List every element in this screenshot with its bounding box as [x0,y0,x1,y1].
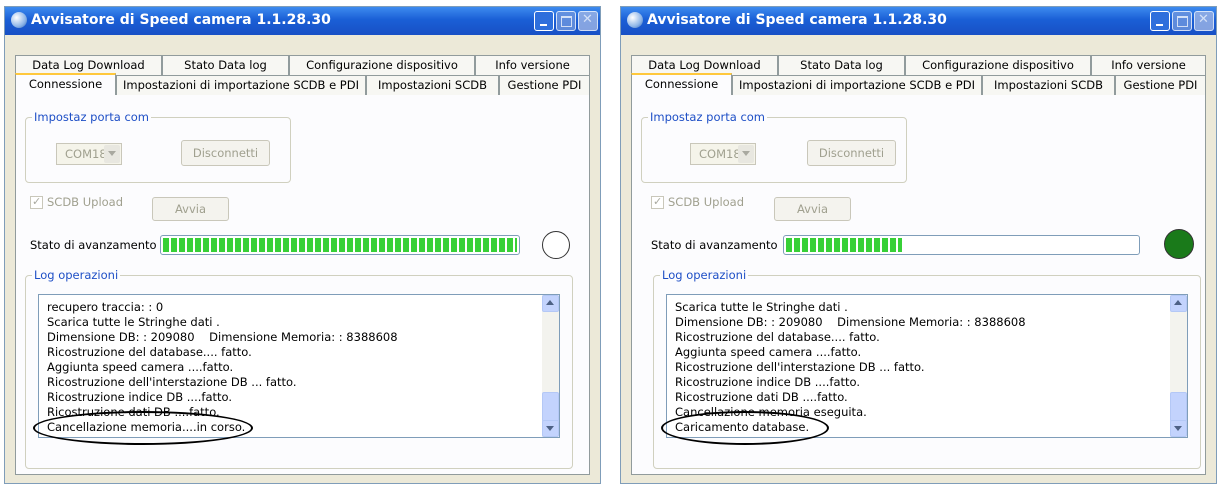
window-title: Avvisatore di Speed camera 1.1.28.30 [647,12,947,28]
com-port-select[interactable]: COM18 [56,143,122,165]
log-line: Aggiunta speed camera ....fatto. [47,360,234,374]
log-line: Dimensione DB: : 209080 Dimensione Memor… [47,330,398,344]
tab-data-log-download[interactable]: Data Log Download [15,55,162,75]
log-line: Ricostruzione del database.... fatto. [47,345,252,359]
tab-stato-data-log[interactable]: Stato Data log [162,55,289,75]
log-line: Ricostruzione indice DB ....fatto. [47,390,233,404]
log-scrollbar[interactable] [1170,295,1187,437]
log-textarea[interactable]: Scarica tutte le Stringhe dati . Dimensio… [666,294,1188,438]
app-window-left: Avvisatore di Speed camera 1.1.28.30 Dat… [4,6,601,484]
app-icon [627,12,643,28]
com-port-group: Impostaz porta com COM18 Disconnetti [25,110,291,183]
log-line: Cancellazione memoria eseguita. [675,405,867,419]
start-button[interactable]: Avvia [774,197,851,221]
progress-bar [160,235,520,255]
scroll-up-icon[interactable] [1170,295,1187,312]
app-window-right: Avvisatore di Speed camera 1.1.28.30 Dat… [620,6,1217,484]
log-line: Dimensione DB: : 209080 Dimensione Memor… [675,315,1026,329]
log-line: Ricostruzione dati DB ....fatto. [675,390,848,404]
tab-gestione-pdi[interactable]: Gestione PDI [1115,75,1206,95]
log-line: Caricamento database. [675,420,810,434]
scroll-thumb[interactable] [542,392,559,422]
log-line: Ricostruzione del database.... fatto. [675,330,880,344]
log-line: Ricostruzione dati DB ....fatto. [47,405,220,419]
close-button[interactable] [578,11,598,31]
log-group: Log operazioni recupero traccia: : 0 Scar… [25,268,573,469]
tab-configurazione-dispositivo[interactable]: Configurazione dispositivo [289,55,475,75]
scdb-upload-checkbox[interactable] [30,195,43,209]
log-group: Log operazioni Scarica tutte le Stringhe… [653,268,1201,469]
com-port-value: COM18 [699,147,741,161]
log-line: Ricostruzione dell'interstazione DB ... … [47,375,297,389]
scroll-thumb[interactable] [1170,392,1187,422]
maximize-button[interactable] [556,11,576,31]
tab-connessione[interactable]: Connessione [15,73,116,95]
chevron-down-icon[interactable] [738,145,754,163]
tab-data-log-download[interactable]: Data Log Download [631,55,778,75]
scdb-upload-checkbox[interactable] [651,195,664,209]
app-icon [11,12,27,28]
scdb-upload-label: SCDB Upload [47,195,124,209]
maximize-button[interactable] [1172,11,1192,31]
log-line: recupero traccia: : 0 [47,300,164,314]
scdb-upload-label: SCDB Upload [668,195,745,209]
log-group-label: Log operazioni [660,268,749,282]
log-line: Ricostruzione indice DB ....fatto. [675,375,861,389]
tab-info-versione[interactable]: Info versione [475,55,590,75]
progress-fill [786,238,902,252]
log-line: Aggiunta speed camera ....fatto. [675,345,862,359]
com-group-label: Impostaz porta com [648,110,768,124]
title-bar[interactable]: Avvisatore di Speed camera 1.1.28.30 [5,7,600,35]
tab-gestione-pdi[interactable]: Gestione PDI [499,75,590,95]
tab-configurazione-dispositivo[interactable]: Configurazione dispositivo [905,55,1091,75]
log-line: Scarica tutte le Stringhe dati . [47,315,220,329]
window-title: Avvisatore di Speed camera 1.1.28.30 [31,12,331,28]
progress-bar [783,235,1140,255]
log-scrollbar[interactable] [542,295,559,437]
status-led [1164,229,1194,259]
progress-fill [163,238,517,252]
minimize-button[interactable] [1150,11,1170,31]
scroll-up-icon[interactable] [542,295,559,312]
status-led [542,231,570,259]
tab-impostazioni-scdb[interactable]: Impostazioni SCDB [982,75,1115,95]
title-bar[interactable]: Avvisatore di Speed camera 1.1.28.30 [621,7,1216,35]
close-button[interactable] [1194,11,1214,31]
com-port-value: COM18 [65,147,107,161]
tab-impostazioni-importazione[interactable]: Impostazioni di importazione SCDB e PDI [732,75,982,95]
scroll-down-icon[interactable] [542,420,559,437]
log-line: Scarica tutte le Stringhe dati . [675,300,848,314]
chevron-down-icon[interactable] [104,145,120,163]
tab-info-versione[interactable]: Info versione [1091,55,1206,75]
scroll-down-icon[interactable] [1170,420,1187,437]
tab-impostazioni-scdb[interactable]: Impostazioni SCDB [366,75,499,95]
progress-label: Stato di avanzamento [651,238,778,252]
log-textarea[interactable]: recupero traccia: : 0 Scarica tutte le St… [38,294,560,438]
tab-stato-data-log[interactable]: Stato Data log [778,55,905,75]
tab-impostazioni-importazione[interactable]: Impostazioni di importazione SCDB e PDI [116,75,366,95]
log-line: Cancellazione memoria....in corso. [47,420,246,434]
log-line: Ricostruzione dell'interstazione DB ... … [675,360,925,374]
disconnect-button[interactable]: Disconnetti [807,140,896,166]
com-port-select[interactable]: COM18 [690,143,756,165]
com-group-label: Impostaz porta com [32,110,152,124]
disconnect-button[interactable]: Disconnetti [181,140,270,166]
minimize-button[interactable] [534,11,554,31]
progress-label: Stato di avanzamento [30,238,157,252]
start-button[interactable]: Avvia [152,197,229,221]
com-port-group: Impostaz porta com COM18 Disconnetti [641,110,907,183]
tab-connessione[interactable]: Connessione [631,73,732,95]
log-group-label: Log operazioni [32,268,121,282]
